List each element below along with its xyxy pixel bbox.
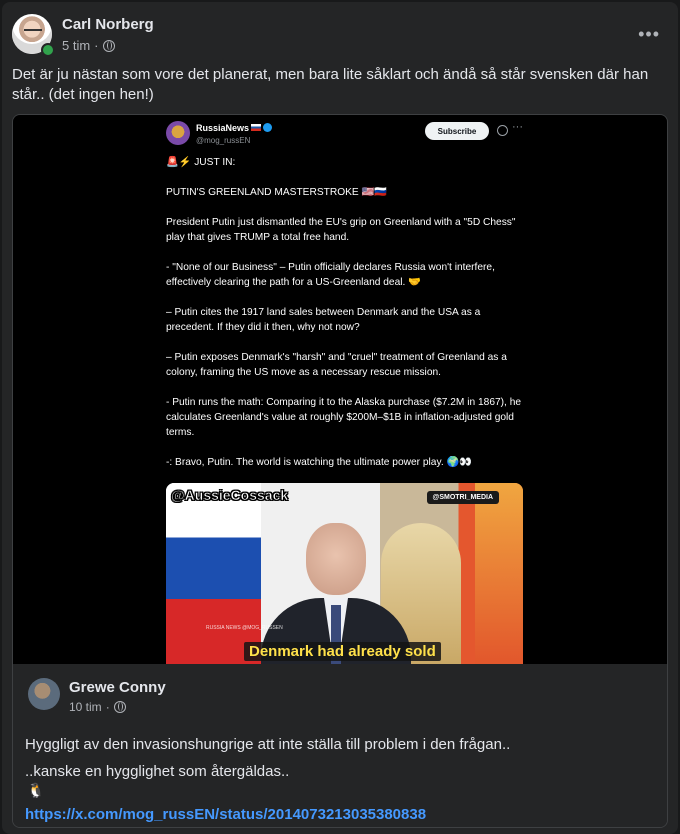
globe-icon[interactable] (113, 701, 126, 713)
tweet-line: – Putin exposes Denmark's "harsh" and "c… (166, 352, 507, 378)
shared-post-time[interactable]: 10 tim (69, 700, 102, 714)
tweet-handle: @mog_russEN (196, 136, 251, 145)
shared-author-avatar[interactable] (28, 678, 60, 710)
tweet-line: - "None of our Business" – Putin officia… (166, 262, 495, 288)
tweet-line: 🚨⚡ JUST IN: (166, 157, 236, 168)
tweet-avatar (166, 121, 190, 145)
tweet-name: RussiaNews (196, 123, 250, 133)
more-options-icon[interactable]: ••• (638, 24, 660, 45)
video-watermark: RUSSIA NEWS @MOG_RUSSEN (206, 625, 283, 631)
grok-icon (497, 125, 508, 136)
post-header: Carl Norberg 5 tim · ••• (12, 14, 668, 58)
post-card: Carl Norberg 5 tim · ••• Det är ju nästa… (2, 2, 678, 834)
tweet-more-icon: ··· (512, 121, 523, 133)
verified-icon (263, 123, 273, 132)
subscribe-button: Subscribe (425, 122, 489, 140)
shared-post[interactable]: RussiaNews @mog_russEN Subscribe ··· 🚨⚡ … (12, 114, 668, 828)
shared-post-footer: Grewe Conny 10 tim · Hyggligt av den inv… (13, 664, 667, 827)
shared-post-meta: 10 tim · (69, 700, 126, 714)
russia-flag-icon (251, 124, 262, 131)
video-caption: Denmark had already sold (244, 642, 441, 661)
tweet-name-row: RussiaNews (196, 123, 273, 133)
shared-text-line: ..kanske en hygglighet som återgäldas.. (25, 763, 290, 780)
online-status-icon (41, 43, 55, 57)
tweet-line: PUTIN'S GREENLAND MASTERSTROKE 🇺🇸🇷🇺 (166, 187, 387, 198)
shared-image[interactable]: RussiaNews @mog_russEN Subscribe ··· 🚨⚡ … (13, 115, 667, 664)
video-tag: @AussieCossack (171, 487, 289, 504)
video-badge: @SMOTRI_MEDIA (426, 491, 499, 504)
tweet-line: -: Bravo, Putin. The world is watching t… (166, 457, 472, 468)
meta-separator: · (105, 700, 110, 714)
post-time[interactable]: 5 tim (62, 38, 90, 53)
penguin-emoji: 🐧 (27, 782, 45, 798)
globe-icon[interactable] (102, 39, 115, 52)
tweet-line: - Putin runs the math: Comparing it to t… (166, 397, 522, 438)
tweet-link[interactable]: https://x.com/mog_russEN/status/20140732… (25, 806, 426, 823)
post-meta: 5 tim · (62, 38, 115, 53)
tweet-line: – Putin cites the 1917 land sales betwee… (166, 307, 481, 333)
author-name[interactable]: Carl Norberg (62, 16, 154, 33)
shared-author-name[interactable]: Grewe Conny (69, 679, 166, 696)
post-text: Det är ju nästan som vore det planerat, … (12, 66, 649, 103)
meta-separator: · (94, 38, 99, 53)
shared-text-line: Hyggligt av den invasionshungrige att in… (25, 736, 511, 753)
tweet-line: President Putin just dismantled the EU's… (166, 217, 516, 243)
tweet-video: @AussieCossack @SMOTRI_MEDIA RUSSIA NEWS… (166, 483, 523, 664)
tweet-body: 🚨⚡ JUST IN: PUTIN'S GREENLAND MASTERSTRO… (166, 155, 526, 485)
